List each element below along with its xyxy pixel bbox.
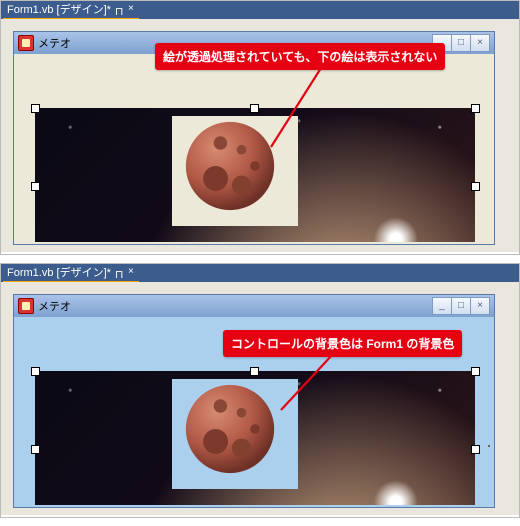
maximize-button[interactable]: □ <box>451 34 471 52</box>
form-client-area[interactable] <box>14 54 494 242</box>
moon-picturebox[interactable] <box>172 116 298 226</box>
screenshot-panel-top: Form1.vb [デザイン]* ⊓ × メテオ _ □ × <box>0 0 520 255</box>
pin-icon[interactable]: ⊓ <box>115 5 123 13</box>
close-icon[interactable]: × <box>127 5 135 13</box>
callout-top-text: 絵が透過処理されていても、下の絵は表示されない <box>163 50 437 64</box>
selection-handle-w[interactable] <box>31 182 40 191</box>
selection-handle-nw[interactable] <box>31 104 40 113</box>
selection-handle-ne[interactable] <box>471 104 480 113</box>
moon-icon <box>182 118 278 214</box>
ide-tab-bar: Form1.vb [デザイン]* ⊓ × <box>1 1 519 19</box>
grid-dot <box>488 445 490 447</box>
minimize-button[interactable]: _ <box>432 297 452 315</box>
callout-bottom: コントロールの背景色は Form1 の背景色 <box>223 330 462 357</box>
moon-icon <box>182 381 278 477</box>
maximize-button[interactable]: □ <box>451 297 471 315</box>
selection-handle-e[interactable] <box>471 445 480 454</box>
ide-tab-form1[interactable]: Form1.vb [デザイン]* ⊓ × <box>3 1 139 20</box>
designer-surface[interactable]: メテオ _ □ × <box>1 19 519 252</box>
ide-tab-label: Form1.vb [デザイン]* <box>7 264 111 280</box>
screenshot-panel-bottom: Form1.vb [デザイン]* ⊓ × メテオ _ □ × <box>0 263 520 518</box>
moon-picturebox[interactable] <box>172 379 298 489</box>
selection-handle-w[interactable] <box>31 445 40 454</box>
selection-handle-n[interactable] <box>250 367 259 376</box>
callout-top: 絵が透過処理されていても、下の絵は表示されない <box>155 43 445 70</box>
ide-tab-bar: Form1.vb [デザイン]* ⊓ × <box>1 264 519 282</box>
selection-handle-e[interactable] <box>471 182 480 191</box>
selection-handle-nw[interactable] <box>31 367 40 376</box>
form-icon <box>18 298 34 314</box>
designer-surface[interactable]: メテオ _ □ × <box>1 282 519 515</box>
selection-handle-ne[interactable] <box>471 367 480 376</box>
form-title-text: メテオ <box>38 35 71 51</box>
close-icon[interactable]: × <box>127 268 135 276</box>
form-icon <box>18 35 34 51</box>
pin-icon[interactable]: ⊓ <box>115 268 123 276</box>
form-titlebar[interactable]: メテオ _ □ × <box>14 295 494 317</box>
close-button[interactable]: × <box>470 34 490 52</box>
ide-tab-label: Form1.vb [デザイン]* <box>7 1 111 17</box>
ide-tab-form1[interactable]: Form1.vb [デザイン]* ⊓ × <box>3 264 139 283</box>
window-buttons: _ □ × <box>432 297 490 315</box>
close-button[interactable]: × <box>470 297 490 315</box>
form-title-text: メテオ <box>38 298 71 314</box>
callout-bottom-text: コントロールの背景色は Form1 の背景色 <box>231 337 454 351</box>
form-window[interactable]: メテオ _ □ × <box>13 294 495 508</box>
selection-handle-n[interactable] <box>250 104 259 113</box>
